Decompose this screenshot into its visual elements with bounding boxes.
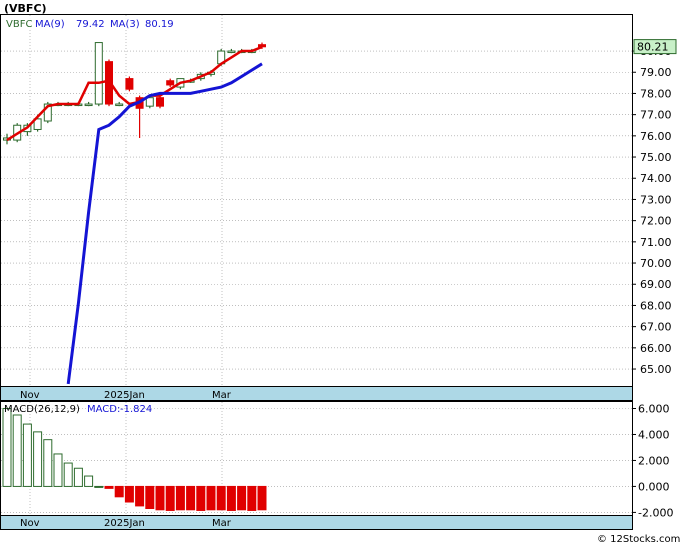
macd-y-axis: 6.000 4.000 2.000 0.000 -2.000	[632, 402, 673, 519]
last-price-label: 80.21	[637, 41, 669, 54]
macd-bar	[104, 485, 114, 489]
price-y-axis: 65.00 66.00 67.00 68.00 69.00 70.00 71.00 72.00…	[632, 45, 672, 376]
macd-y-tick-label: 0.000	[638, 480, 670, 493]
candle	[156, 95, 164, 109]
price-legend: VBFC MA(9) 79.42 MA(3) 80.19	[3, 16, 174, 30]
price-y-tick-label: 70.00	[640, 257, 672, 270]
macd-bar	[216, 485, 226, 511]
macd-bar	[237, 485, 247, 511]
macd-bar	[84, 475, 94, 487]
macd-value-label: MACD:	[87, 404, 120, 415]
macd-bar	[257, 485, 267, 511]
macd-bar	[124, 485, 134, 503]
legend-ma3-label: MA(3)	[110, 19, 140, 30]
price-x-tick-label: Nov	[20, 390, 40, 401]
macd-bar	[196, 485, 206, 511]
macd-bar	[2, 407, 12, 487]
macd-bar	[135, 485, 145, 507]
price-y-tick-label: 73.00	[640, 193, 672, 206]
macd-bar	[73, 467, 83, 487]
macd-bar	[206, 485, 216, 511]
macd-y-tick-label: 6.000	[638, 402, 670, 415]
price-y-tick-label: 74.00	[640, 172, 672, 185]
macd-plot-area	[0, 401, 633, 530]
macd-x-tick-label: Nov	[20, 518, 40, 529]
price-x-tick-label: Mar	[212, 390, 232, 401]
macd-bar	[94, 485, 104, 488]
price-y-tick-label: 78.00	[640, 87, 672, 100]
candle-body	[227, 50, 236, 54]
candle-body	[166, 80, 175, 86]
candle-body	[84, 103, 93, 107]
macd-x-tick-label: Mar	[212, 518, 232, 529]
price-x-tick-label: 2025Jan	[104, 390, 145, 401]
price-y-tick-label: 77.00	[640, 109, 672, 122]
macd-bar	[43, 439, 53, 487]
macd-bar	[175, 485, 185, 511]
candle	[94, 42, 103, 107]
chart-title: (VBFC)	[4, 2, 47, 15]
legend-ma9-value: 79.42	[76, 19, 105, 30]
macd-value: -1.824	[120, 404, 152, 415]
macd-bar	[22, 423, 32, 487]
legend-ma9-label: MA(9)	[35, 19, 65, 30]
price-panel: 65.00 66.00 67.00 68.00 69.00 70.00 71.00 72.00…	[0, 14, 677, 401]
macd-bar	[33, 431, 43, 487]
price-y-tick-label: 65.00	[640, 363, 672, 376]
macd-panel: 6.000 4.000 2.000 0.000 -2.000 MACD(26,12,9)…	[0, 401, 673, 530]
candle-body	[156, 97, 164, 107]
stock-chart-figure: (VBFC) 65.00 66.00 67.00 68.00 69.00 70.00 71.…	[0, 2, 680, 545]
candle-body	[94, 42, 103, 105]
macd-title: MACD(26,12,9)	[4, 404, 80, 415]
price-y-tick-label: 67.00	[640, 321, 672, 334]
macd-bar	[226, 485, 236, 511]
candle-body	[115, 103, 124, 107]
candle	[125, 76, 134, 92]
price-y-tick-label: 66.00	[640, 342, 672, 355]
price-y-tick-label: 69.00	[640, 278, 672, 291]
macd-bar	[145, 485, 155, 510]
price-y-tick-label: 68.00	[640, 299, 672, 312]
macd-bar	[186, 485, 196, 511]
legend-symbol: VBFC	[6, 19, 32, 30]
price-y-tick-label: 72.00	[640, 215, 672, 228]
macd-x-tick-label: 2025Jan	[104, 518, 145, 529]
price-y-tick-label: 76.00	[640, 130, 672, 143]
macd-bar	[165, 485, 175, 511]
price-y-tick-label: 75.00	[640, 151, 672, 164]
macd-y-tick-label: 2.000	[638, 454, 670, 467]
macd-y-tick-label: -2.000	[638, 506, 673, 519]
legend-ma3-value: 80.19	[145, 19, 174, 30]
price-y-tick-label: 79.00	[640, 66, 672, 79]
candle-body	[125, 78, 134, 90]
copyright-text: © 12Stocks.com	[597, 534, 680, 545]
macd-bar	[247, 485, 257, 511]
last-price-tag: 80.21	[633, 39, 677, 55]
macd-bar	[53, 453, 63, 487]
price-y-tick-label: 71.00	[640, 236, 672, 249]
candle-body	[258, 44, 266, 48]
macd-legend: MACD(26,12,9) MACD: -1.824	[4, 404, 152, 415]
macd-bar	[63, 462, 73, 487]
macd-bar	[114, 485, 124, 498]
price-x-axis-band	[0, 386, 633, 401]
candle-body	[145, 97, 154, 107]
macd-bar	[155, 485, 165, 511]
macd-x-axis-band	[0, 515, 633, 530]
macd-bar	[12, 414, 22, 487]
macd-y-tick-label: 4.000	[638, 428, 670, 441]
